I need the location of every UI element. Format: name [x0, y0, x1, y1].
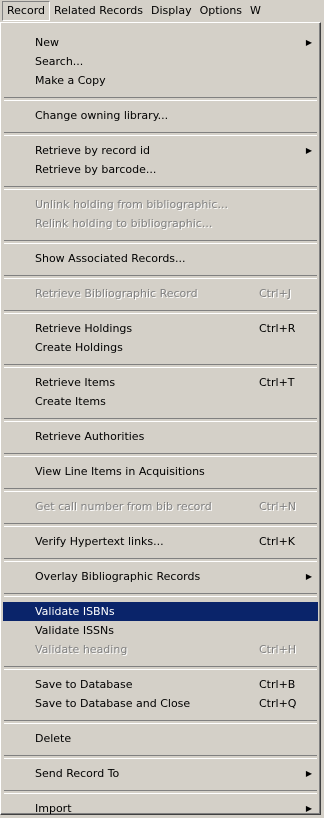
menu-item-label: Change owning library... — [35, 109, 169, 122]
menu-item-label: Overlay Bibliographic Records — [35, 570, 201, 583]
menu-item-label: Retrieve by record id — [35, 144, 151, 157]
menu-item-label: Retrieve Items — [35, 376, 116, 389]
menu-item-label: Get call number from bib record — [35, 500, 212, 513]
menu-item-verify-hypertext-links[interactable]: Verify Hypertext links... Ctrl+K — [3, 532, 318, 551]
menu-item-shortcut: Ctrl+B — [259, 678, 296, 691]
submenu-arrow-icon: ▶ — [305, 146, 312, 155]
submenu-arrow-icon: ▶ — [305, 804, 312, 813]
menu-item-retrieve-bibliographic-record: Retrieve Bibliographic Record Ctrl+J — [3, 284, 318, 303]
menu-item-retrieve-by-record-id[interactable]: Retrieve by record id ▶ — [3, 141, 318, 160]
menu-item-new[interactable]: New ▶ — [3, 33, 318, 52]
menu-item-change-owning-library[interactable]: Change owning library... — [3, 106, 318, 125]
menu-item-label: Create Holdings — [35, 341, 123, 354]
menu-item-shortcut: Ctrl+R — [259, 322, 296, 335]
menu-item-label: Show Associated Records... — [35, 252, 186, 265]
menu-item-label: Search... — [35, 55, 84, 68]
menu-item-shortcut: Ctrl+J — [259, 287, 292, 300]
menu-separator — [4, 310, 317, 314]
menu-separator — [4, 666, 317, 670]
menu-item-label: Import — [35, 802, 72, 815]
menu-separator — [4, 523, 317, 527]
menu-separator — [4, 790, 317, 794]
menu-item-shortcut: Ctrl+Q — [259, 697, 297, 710]
menubar-related-records[interactable]: Related Records — [50, 1, 147, 21]
menu-separator — [4, 558, 317, 562]
menu-item-retrieve-by-barcode[interactable]: Retrieve by barcode... — [3, 160, 318, 179]
menu-item-unlink-holding-from-bibliographic: Unlink holding from bibliographic... — [3, 195, 318, 214]
menu-item-validate-heading: Validate heading Ctrl+H — [3, 640, 318, 659]
menubar-options[interactable]: Options — [196, 1, 246, 21]
menu-item-shortcut: Ctrl+T — [259, 376, 295, 389]
menu-bar: Record Related Records Display Options W — [0, 0, 324, 22]
menu-separator — [4, 720, 317, 724]
menu-item-shortcut: Ctrl+H — [259, 643, 297, 656]
menu-item-label: Verify Hypertext links... — [35, 535, 164, 548]
menu-item-save-to-database[interactable]: Save to Database Ctrl+B — [3, 675, 318, 694]
menu-item-delete[interactable]: Delete — [3, 729, 318, 748]
menu-separator — [4, 593, 317, 597]
menu-item-view-line-items-in-acquisitions[interactable]: View Line Items in Acquisitions — [3, 462, 318, 481]
menu-item-label: Save to Database and Close — [35, 697, 191, 710]
menu-item-label: Save to Database — [35, 678, 133, 691]
menu-separator — [4, 453, 317, 457]
menu-item-label: Create Items — [35, 395, 106, 408]
menu-item-retrieve-authorities[interactable]: Retrieve Authorities — [3, 427, 318, 446]
menu-item-label: Relink holding to bibliographic... — [35, 217, 213, 230]
menu-item-label: Validate ISSNs — [35, 624, 114, 637]
menu-separator — [4, 755, 317, 759]
menu-item-relink-holding-to-bibliographic: Relink holding to bibliographic... — [3, 214, 318, 233]
menu-item-create-items[interactable]: Create Items — [3, 392, 318, 411]
menu-item-search[interactable]: Search... — [3, 52, 318, 71]
menubar-w[interactable]: W — [246, 1, 265, 21]
menubar-display[interactable]: Display — [147, 1, 196, 21]
menu-item-shortcut: Ctrl+N — [259, 500, 297, 513]
menu-separator — [4, 97, 317, 101]
menu-item-get-call-number-from-bib-record: Get call number from bib record Ctrl+N — [3, 497, 318, 516]
menu-separator — [4, 364, 317, 368]
menu-item-label: View Line Items in Acquisitions — [35, 465, 205, 478]
menu-item-retrieve-items[interactable]: Retrieve Items Ctrl+T — [3, 373, 318, 392]
menu-item-label: Unlink holding from bibliographic... — [35, 198, 228, 211]
menu-separator — [4, 240, 317, 244]
menu-item-label: Send Record To — [35, 767, 120, 780]
menu-item-make-a-copy[interactable]: Make a Copy — [3, 71, 318, 90]
menu-item-label: New — [35, 36, 59, 49]
menu-item-shortcut: Ctrl+K — [259, 535, 296, 548]
menu-item-show-associated-records[interactable]: Show Associated Records... — [3, 249, 318, 268]
menu-item-validate-isbns[interactable]: Validate ISBNs — [3, 602, 318, 621]
menu-separator — [4, 418, 317, 422]
menu-item-label: Retrieve Bibliographic Record — [35, 287, 198, 300]
menu-item-overlay-bibliographic-records[interactable]: Overlay Bibliographic Records ▶ — [3, 567, 318, 586]
menubar-record[interactable]: Record — [2, 1, 51, 21]
menu-item-label: Retrieve Holdings — [35, 322, 133, 335]
menu-item-send-record-to[interactable]: Send Record To ▶ — [3, 764, 318, 783]
menu-item-label: Make a Copy — [35, 74, 106, 87]
menu-item-save-to-database-and-close[interactable]: Save to Database and Close Ctrl+Q — [3, 694, 318, 713]
record-menu: New ▶ Search... Make a Copy Change owning li… — [0, 22, 321, 815]
menu-separator — [4, 488, 317, 492]
submenu-arrow-icon: ▶ — [305, 769, 312, 778]
menu-item-label: Retrieve by barcode... — [35, 163, 157, 176]
menu-item-label: Validate heading — [35, 643, 128, 656]
menu-separator — [4, 275, 317, 279]
menu-item-retrieve-holdings[interactable]: Retrieve Holdings Ctrl+R — [3, 319, 318, 338]
menu-item-label: Retrieve Authorities — [35, 430, 145, 443]
submenu-arrow-icon: ▶ — [305, 572, 312, 581]
menu-separator — [4, 186, 317, 190]
submenu-arrow-icon: ▶ — [305, 38, 312, 47]
menu-item-create-holdings[interactable]: Create Holdings — [3, 338, 318, 357]
menu-separator — [4, 132, 317, 136]
menu-item-validate-issns[interactable]: Validate ISSNs — [3, 621, 318, 640]
menu-item-label: Delete — [35, 732, 72, 745]
menu-item-import[interactable]: Import ▶ — [3, 799, 318, 818]
menu-item-label: Validate ISBNs — [35, 605, 115, 618]
